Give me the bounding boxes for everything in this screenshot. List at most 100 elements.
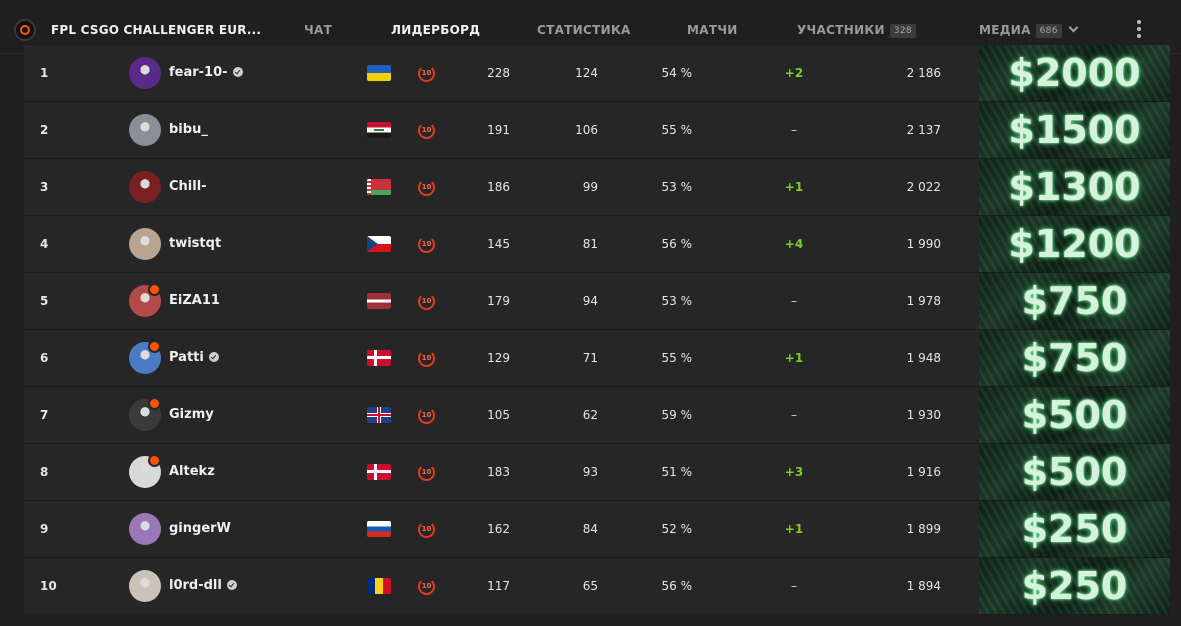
- table-row[interactable]: 7 Gizmy 10 105 62 59 % – 1 930 $500: [24, 387, 1170, 444]
- skill-level-icon: 10: [418, 65, 435, 82]
- skill-level-icon: 10: [418, 521, 435, 538]
- position-change-cell: +3: [784, 465, 804, 479]
- wins-cell: 84: [582, 522, 598, 536]
- prize-banner: $1500: [979, 102, 1170, 158]
- media-count-badge: 686: [1035, 24, 1062, 38]
- prize-banner: $500: [979, 444, 1170, 500]
- chevron-down-icon[interactable]: [1068, 22, 1079, 33]
- elo-cell: 2 186: [906, 66, 941, 80]
- position-change-cell: +1: [784, 351, 804, 365]
- wins-cell: 65: [582, 579, 598, 593]
- elo-cell: 1 990: [906, 237, 941, 251]
- tab-participants[interactable]: УЧАСТНИКИ 328: [797, 23, 916, 38]
- player-nickname[interactable]: Chill-: [169, 159, 207, 215]
- avatar[interactable]: [129, 513, 161, 545]
- player-nickname[interactable]: Patti: [169, 330, 219, 386]
- more-options-icon[interactable]: [1136, 20, 1142, 40]
- skill-level-icon: 10: [418, 122, 435, 139]
- avatar[interactable]: [129, 114, 161, 146]
- table-row[interactable]: 10 l0rd-dll 10 117 65 56 % – 1 894 $250: [24, 558, 1170, 615]
- nickname-text: Altekz: [169, 464, 215, 479]
- position-change-cell: –: [791, 294, 797, 308]
- skill-level-icon: 10: [418, 293, 435, 310]
- participants-count-badge: 328: [889, 24, 916, 38]
- rank-cell: 4: [40, 237, 49, 251]
- table-row[interactable]: 4 twistqt 10 145 81 56 % +4 1 990 $1200: [24, 216, 1170, 273]
- prize-amount: $1200: [1008, 222, 1141, 266]
- nickname-text: twistqt: [169, 236, 222, 251]
- player-nickname[interactable]: EiZA11: [169, 273, 220, 329]
- player-nickname[interactable]: fear-10-: [169, 45, 243, 101]
- tab-statistics[interactable]: СТАТИСТИКА: [537, 23, 631, 37]
- elo-cell: 1 916: [906, 465, 941, 479]
- table-row[interactable]: 6 Patti 10 129 71 55 % +1 1 948 $750: [24, 330, 1170, 387]
- player-nickname[interactable]: Altekz: [169, 444, 215, 500]
- prize-amount: $500: [1021, 393, 1128, 437]
- position-change-cell: +1: [784, 522, 804, 536]
- tab-media[interactable]: МЕДИА 686: [979, 22, 1079, 38]
- flag-iraq-icon: [367, 122, 391, 138]
- matches-cell: 117: [487, 579, 510, 593]
- winrate-cell: 51 %: [661, 465, 693, 479]
- elo-cell: 2 137: [906, 123, 941, 137]
- winrate-cell: 55 %: [661, 351, 693, 365]
- table-row[interactable]: 8 Altekz 10 183 93 51 % +3 1 916 $500: [24, 444, 1170, 501]
- position-change-cell: –: [791, 579, 797, 593]
- matches-cell: 186: [487, 180, 510, 194]
- player-nickname[interactable]: Gizmy: [169, 387, 214, 443]
- premium-badge-icon: [148, 454, 161, 467]
- table-row[interactable]: 9 gingerW 10 162 84 52 % +1 1 899 $250: [24, 501, 1170, 558]
- avatar[interactable]: [129, 57, 161, 89]
- matches-cell: 129: [487, 351, 510, 365]
- hub-title[interactable]: FPL CSGO CHALLENGER EUR...: [51, 23, 261, 37]
- player-nickname[interactable]: twistqt: [169, 216, 221, 272]
- position-change-cell: +4: [784, 237, 804, 251]
- nickname-text: fear-10-: [169, 65, 228, 80]
- prize-amount: $250: [1021, 564, 1128, 608]
- avatar[interactable]: [129, 228, 161, 260]
- player-nickname[interactable]: l0rd-dll: [169, 558, 237, 614]
- tab-leaderboard[interactable]: ЛИДЕРБОРД: [391, 23, 480, 37]
- rank-cell: 6: [40, 351, 49, 365]
- table-row[interactable]: 1 fear-10- 10 228 124 54 % +2 2 186 $2000: [24, 45, 1170, 102]
- winrate-cell: 53 %: [661, 294, 693, 308]
- matches-cell: 191: [487, 123, 510, 137]
- position-change-cell: +2: [784, 66, 804, 80]
- rank-cell: 7: [40, 408, 49, 422]
- rank-cell: 9: [40, 522, 49, 536]
- table-row[interactable]: 3 Chill- 10 186 99 53 % +1 2 022 $1300: [24, 159, 1170, 216]
- matches-cell: 179: [487, 294, 510, 308]
- skill-level-icon: 10: [418, 179, 435, 196]
- tab-media-label: МЕДИА: [979, 23, 1031, 37]
- prize-amount: $750: [1021, 279, 1128, 323]
- table-row[interactable]: 5 EiZA11 10 179 94 53 % – 1 978 $750: [24, 273, 1170, 330]
- prize-banner: $1200: [979, 216, 1170, 272]
- avatar[interactable]: [129, 570, 161, 602]
- flag-denmark-icon: [367, 350, 391, 366]
- verified-icon: [232, 67, 243, 77]
- player-nickname[interactable]: bibu_: [169, 102, 208, 158]
- wins-cell: 93: [582, 465, 598, 479]
- winrate-cell: 56 %: [661, 579, 693, 593]
- winrate-cell: 59 %: [661, 408, 693, 422]
- premium-badge-icon: [148, 397, 161, 410]
- skill-level-icon: 10: [418, 578, 435, 595]
- hub-logo-icon[interactable]: [14, 19, 36, 41]
- tab-chat[interactable]: ЧАТ: [304, 23, 332, 37]
- table-row[interactable]: 2 bibu_ 10 191 106 55 % – 2 137 $1500: [24, 102, 1170, 159]
- prize-amount: $500: [1021, 450, 1128, 494]
- nickname-text: Gizmy: [169, 407, 214, 422]
- wins-cell: 81: [582, 237, 598, 251]
- rank-cell: 8: [40, 465, 49, 479]
- prize-amount: $1300: [1008, 165, 1141, 209]
- prize-amount: $750: [1021, 336, 1128, 380]
- winrate-cell: 53 %: [661, 180, 693, 194]
- tab-matches[interactable]: МАТЧИ: [687, 23, 738, 37]
- avatar[interactable]: [129, 171, 161, 203]
- player-nickname[interactable]: gingerW: [169, 501, 231, 557]
- rank-cell: 5: [40, 294, 49, 308]
- elo-cell: 2 022: [906, 180, 941, 194]
- flag-ukraine-icon: [367, 65, 391, 81]
- prize-amount: $250: [1021, 507, 1128, 551]
- winrate-cell: 55 %: [661, 123, 693, 137]
